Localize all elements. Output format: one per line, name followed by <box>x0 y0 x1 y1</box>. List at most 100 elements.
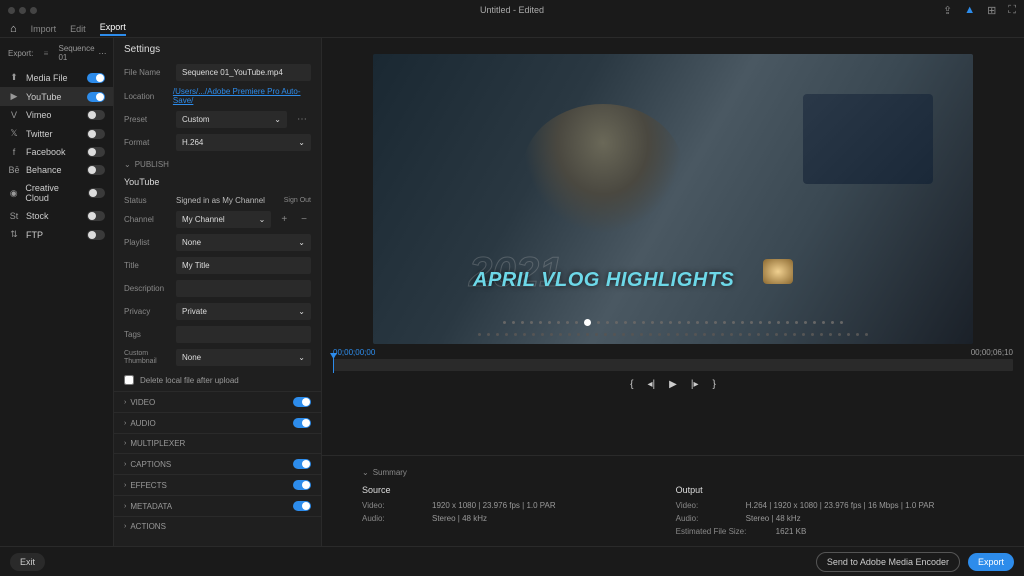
location-label: Location <box>124 92 167 101</box>
window-controls[interactable] <box>8 7 37 14</box>
destination-ftp[interactable]: ⇅FTP <box>0 225 113 244</box>
destination-icon: ◉ <box>8 188 19 199</box>
location-link[interactable]: /Users/.../Adobe Premiere Pro Auto-Save/ <box>173 87 311 105</box>
destination-icon: Bē <box>8 165 20 175</box>
share-icon[interactable]: ⇪ <box>943 4 952 17</box>
section-actions[interactable]: ›ACTIONS <box>114 516 321 536</box>
privacy-label: Privacy <box>124 307 170 316</box>
step-back-icon[interactable]: ◂| <box>648 379 656 390</box>
section-toggle[interactable] <box>293 480 311 490</box>
preset-label: Preset <box>124 115 170 124</box>
time-in[interactable]: 00;00;00;00 <box>333 348 375 357</box>
document-title: Untitled - Edited <box>480 5 544 15</box>
format-label: Format <box>124 138 170 147</box>
destination-icon: St <box>8 211 20 221</box>
settings-panel: Settings File Name Location /Users/.../A… <box>114 38 322 546</box>
destination-twitter[interactable]: 𝕏Twitter <box>0 124 113 143</box>
channel-select[interactable]: My Channel⌄ <box>176 211 271 228</box>
destination-toggle[interactable] <box>87 165 105 175</box>
source-header: Source <box>362 481 556 499</box>
summary-panel: ⌄Summary Source Video:1920 x 1080 | 23.9… <box>322 455 1024 546</box>
destination-toggle[interactable] <box>87 129 105 139</box>
section-audio[interactable]: ›AUDIO <box>114 412 321 433</box>
title-input[interactable] <box>176 257 311 274</box>
destination-toggle[interactable] <box>87 147 105 157</box>
preset-select[interactable]: Custom⌄ <box>176 111 287 128</box>
section-multiplexer[interactable]: ›MULTIPLEXER <box>114 433 321 453</box>
description-input[interactable] <box>176 280 311 297</box>
preset-more-icon[interactable]: ⋯ <box>293 114 311 125</box>
summary-header[interactable]: ⌄Summary <box>362 464 984 481</box>
destination-icon: ⬆ <box>8 72 20 83</box>
channel-add-icon[interactable]: + <box>277 214 291 225</box>
exit-button[interactable]: Exit <box>10 553 45 571</box>
status-value: Signed in as My Channel <box>176 196 265 205</box>
fullscreen-icon[interactable]: ⛶ <box>1008 4 1016 17</box>
output-audio: Stereo | 48 kHz <box>746 514 801 523</box>
section-toggle[interactable] <box>293 397 311 407</box>
destination-toggle[interactable] <box>87 110 105 120</box>
destination-toggle[interactable] <box>87 211 105 221</box>
settings-header: Settings <box>114 38 321 61</box>
step-forward-icon[interactable]: |▸ <box>691 379 699 390</box>
section-toggle[interactable] <box>293 501 311 511</box>
export-button[interactable]: Export <box>968 553 1014 571</box>
destination-toggle[interactable] <box>87 230 105 240</box>
destination-media-file[interactable]: ⬆Media File <box>0 68 113 87</box>
destination-facebook[interactable]: fFacebook <box>0 143 113 161</box>
destination-toggle[interactable] <box>87 92 105 102</box>
channel-remove-icon[interactable]: − <box>297 214 311 225</box>
footer: Exit Send to Adobe Media Encoder Export <box>0 546 1024 576</box>
tags-input[interactable] <box>176 326 311 343</box>
topbar: ⌂ Import Edit Export <box>0 20 1024 38</box>
delete-local-checkbox[interactable] <box>124 375 134 385</box>
play-icon[interactable]: ▶ <box>669 379 677 390</box>
format-select[interactable]: H.264⌄ <box>176 134 311 151</box>
destination-creative-cloud[interactable]: ◉Creative Cloud <box>0 179 113 207</box>
publish-header[interactable]: ⌄PUBLISH <box>114 154 321 175</box>
destination-vimeo[interactable]: VVimeo <box>0 106 113 124</box>
sign-out-button[interactable]: Sign Out <box>284 197 311 204</box>
thumbnail-select[interactable]: None⌄ <box>176 349 311 366</box>
playhead-icon[interactable] <box>333 357 334 373</box>
video-preview[interactable]: 2021 APRIL VLOG HIGHLIGHTS <box>373 54 973 344</box>
section-captions[interactable]: ›CAPTIONS <box>114 453 321 474</box>
destination-behance[interactable]: BēBehance <box>0 161 113 179</box>
overlay-title: APRIL VLOG HIGHLIGHTS <box>473 269 734 292</box>
destination-toggle[interactable] <box>87 73 105 83</box>
tab-import[interactable]: Import <box>31 24 57 34</box>
file-name-label: File Name <box>124 68 170 77</box>
chat-icon[interactable]: ⊞ <box>987 4 996 17</box>
send-to-ame-button[interactable]: Send to Adobe Media Encoder <box>816 552 960 572</box>
output-video: H.264 | 1920 x 1080 | 23.976 fps | 16 Mb… <box>746 501 935 510</box>
playlist-select[interactable]: None⌄ <box>176 234 311 251</box>
output-header: Output <box>676 481 935 499</box>
destination-toggle[interactable] <box>88 188 105 198</box>
destination-stock[interactable]: StStock <box>0 207 113 225</box>
section-toggle[interactable] <box>293 418 311 428</box>
home-icon[interactable]: ⌂ <box>10 23 17 35</box>
section-effects[interactable]: ›EFFECTS <box>114 474 321 495</box>
section-toggle[interactable] <box>293 459 311 469</box>
tags-label: Tags <box>124 330 170 339</box>
titlebar: Untitled - Edited ⇪ ▲ ⊞ ⛶ <box>0 0 1024 20</box>
file-name-input[interactable] <box>176 64 311 81</box>
tab-edit[interactable]: Edit <box>70 24 86 34</box>
section-video[interactable]: ›VIDEO <box>114 391 321 412</box>
playlist-label: Playlist <box>124 238 170 247</box>
thumbnail-label: Custom Thumbnail <box>124 350 170 365</box>
destination-icon: 𝕏 <box>8 128 20 139</box>
section-metadata[interactable]: ›METADATA <box>114 495 321 516</box>
destination-icon: ⇅ <box>8 229 20 240</box>
mark-out-icon[interactable]: } <box>712 379 715 390</box>
workspace-icon[interactable]: ▲ <box>964 4 975 17</box>
mark-in-icon[interactable]: { <box>630 379 633 390</box>
time-out[interactable]: 00;00;06;10 <box>971 348 1013 357</box>
title-label: Title <box>124 261 170 270</box>
destination-youtube[interactable]: ▶YouTube <box>0 87 113 106</box>
timeline-scrubber[interactable] <box>333 359 1013 371</box>
destination-icon: f <box>8 147 20 157</box>
tab-export[interactable]: Export <box>100 22 126 36</box>
privacy-select[interactable]: Private⌄ <box>176 303 311 320</box>
output-size: 1621 KB <box>776 527 807 536</box>
